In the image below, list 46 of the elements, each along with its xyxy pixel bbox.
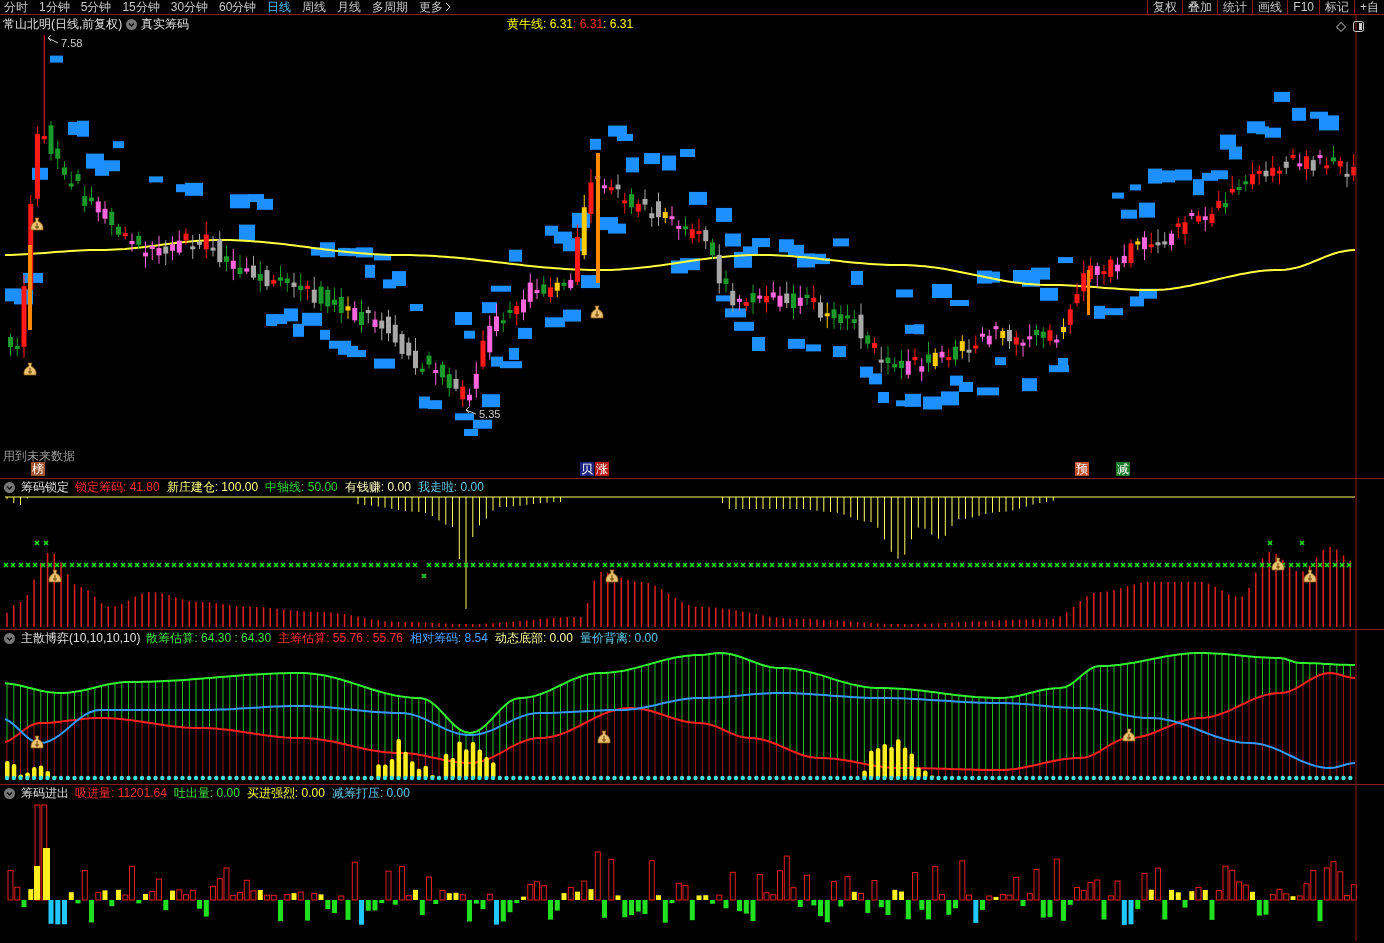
warning-note: 用到未来数据 [3,449,75,463]
legend-value: 新庄建仓: 100.00 [166,480,259,494]
period-tab[interactable]: 15分钟 [122,0,160,14]
legend-value: 吐出量: 0.00 [173,786,240,800]
indicator-name: 筹码进出 [21,786,69,800]
legend-value: 量价背离: 0.00 [579,631,658,645]
toolbar-button[interactable]: 叠加 [1182,0,1218,14]
toolbar-button[interactable]: 复权 [1147,0,1183,14]
legend-value: : 6.31 [603,17,634,31]
low-price-label: 5.35 [479,408,501,420]
signal-tag: 预 [1075,462,1089,476]
period-tab[interactable]: 30分钟 [170,0,209,14]
legend-value: 吸进量: 11201.64 [75,786,167,800]
signal-tag: 涨 [595,462,609,476]
legend-value: 有钱赚: 0.00 [344,480,411,494]
indicator-name: 主散博弈(10,10,10,10) [21,631,141,645]
legend-value: 散筹估算: 64.30 : 64.30 [146,631,272,645]
legend-value: 我走啦: 0.00 [417,480,484,494]
toolbar-button[interactable]: +自 [1354,0,1384,14]
toolbar-button[interactable]: 标记 [1319,0,1354,14]
legend-value: 中轴线: 50.00 [265,480,338,494]
period-tab[interactable]: 月线 [337,0,362,14]
period-tab[interactable]: 日线 [267,0,292,14]
indicator-name: 筹码锁定 [21,480,69,494]
period-tab[interactable]: 1分钟 [39,0,70,14]
period-tab[interactable]: 分时 [4,0,28,14]
signal-tag: 减 [1116,462,1130,476]
indicator-name: 真实筹码 [141,17,190,31]
chart-title: 常山北明(日线,前复权) [3,17,123,31]
period-tab[interactable]: 周线 [302,0,327,14]
high-price-label: 7.58 [61,37,83,49]
legend-value: 相对筹码: 8.54 [409,631,488,645]
period-tab[interactable]: 更多 [419,0,444,14]
legend-value: 减筹打压: 0.00 [331,786,410,800]
legend-value: 动态底部: 0.00 [494,631,573,645]
legend-value: 买进强烈: 0.00 [246,786,325,800]
toolbar-button[interactable]: 画线 [1252,0,1288,14]
toolbar-button[interactable]: 统计 [1217,0,1253,14]
period-tab[interactable]: 多周期 [372,0,409,14]
signal-tag: 贝 [580,462,594,476]
period-tab[interactable]: 5分钟 [80,0,112,14]
signal-tag: 榜 [31,462,45,476]
legend-value: 锁定筹码: 41.80 [75,480,160,494]
legend-value: 主筹估算: 55.76 : 55.76 [278,631,403,645]
toolbar-button[interactable]: F10 [1287,0,1319,14]
period-tab[interactable]: 60分钟 [219,0,257,14]
